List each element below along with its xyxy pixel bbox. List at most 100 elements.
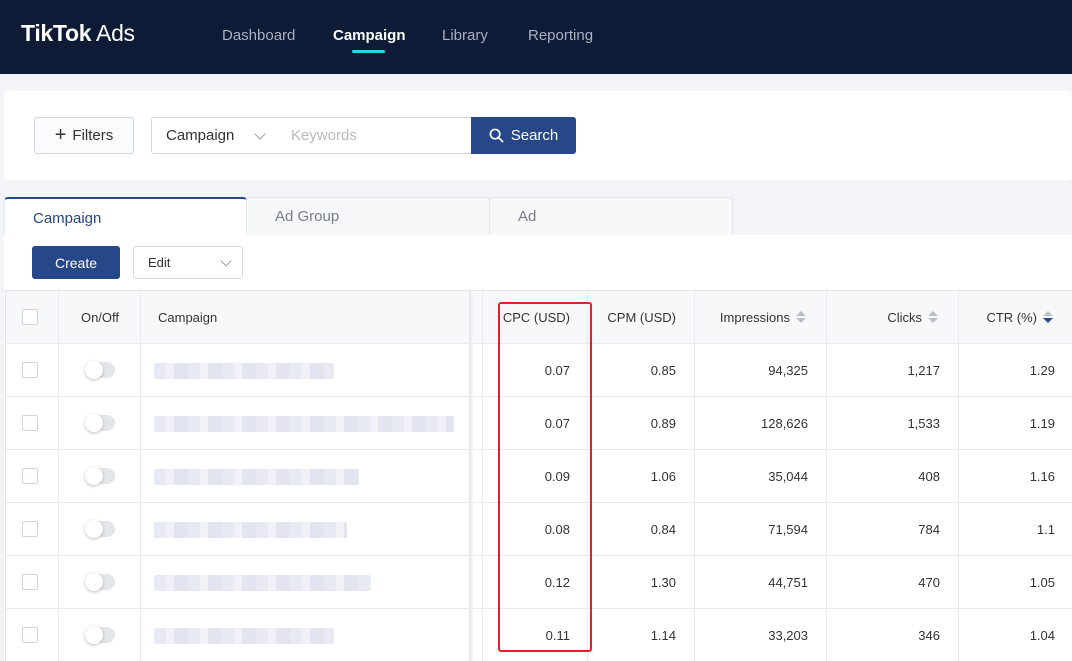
column-divider xyxy=(958,291,959,661)
plus-icon: + xyxy=(54,123,67,146)
campaign-name-cell[interactable] xyxy=(154,556,474,608)
redacted-campaign-name xyxy=(154,469,359,485)
ctr-cell: 1.04 xyxy=(1029,627,1055,643)
column-header-ctr-label: CTR (%) xyxy=(986,309,1037,325)
clicks-cell: 784 xyxy=(918,521,940,537)
redacted-campaign-name xyxy=(154,628,334,644)
onoff-cell xyxy=(59,344,141,396)
select-all-checkbox-cell xyxy=(22,291,42,343)
tiktok-ads-logo[interactable]: TikTok Ads xyxy=(21,20,135,47)
campaign-name-cell[interactable] xyxy=(154,609,474,661)
filters-button-label: Filters xyxy=(72,127,114,144)
nav-item-reporting[interactable]: Reporting xyxy=(528,27,593,44)
column-header-impressions[interactable]: Impressions xyxy=(694,291,826,343)
redacted-campaign-name xyxy=(154,522,347,538)
tab-campaign-label: Campaign xyxy=(33,209,102,227)
column-divider xyxy=(694,291,695,661)
cpc-cell: 0.11 xyxy=(545,627,570,643)
logo-bold-text: TikTok xyxy=(21,20,92,46)
cpm-cell: 0.89 xyxy=(650,415,676,431)
impressions-cell: 33,203 xyxy=(768,627,808,643)
redacted-campaign-name xyxy=(154,363,334,379)
column-header-clicks-label: Clicks xyxy=(887,309,922,325)
row-checkbox[interactable] xyxy=(22,415,38,431)
row-checkbox[interactable] xyxy=(22,521,38,537)
campaign-status-toggle[interactable] xyxy=(85,626,115,644)
table-row[interactable]: 0.08 0.84 71,594 784 1.1 xyxy=(6,503,1072,556)
nav-item-library[interactable]: Library xyxy=(442,27,488,44)
redacted-campaign-name xyxy=(154,575,371,591)
column-header-ctr[interactable]: CTR (%) xyxy=(958,291,1072,343)
campaign-status-toggle[interactable] xyxy=(85,467,115,485)
impressions-cell: 44,751 xyxy=(768,574,808,590)
campaign-table: On/Off Campaign CPC (USD) CPM (USD) Impr… xyxy=(5,290,1072,661)
tab-campaign[interactable]: Campaign xyxy=(4,197,247,237)
campaign-name-cell[interactable] xyxy=(154,450,474,502)
campaign-status-toggle[interactable] xyxy=(85,520,115,538)
tab-ad[interactable]: Ad xyxy=(489,197,733,235)
sort-icon xyxy=(928,311,938,323)
campaign-name-cell[interactable] xyxy=(154,503,474,555)
search-icon xyxy=(489,128,504,143)
edit-select[interactable]: Edit xyxy=(133,246,243,279)
ctr-cell: 1.19 xyxy=(1029,415,1055,431)
row-checkbox-cell xyxy=(22,450,42,502)
nav-item-campaign[interactable]: Campaign xyxy=(333,27,406,44)
cpc-cell: 0.07 xyxy=(544,362,570,378)
cpc-cell: 0.09 xyxy=(544,468,570,484)
clicks-cell: 470 xyxy=(918,574,940,590)
table-row[interactable]: 0.07 0.85 94,325 1,217 1.29 xyxy=(6,344,1072,397)
scope-select[interactable]: Campaign xyxy=(151,117,279,154)
logo-light-text: Ads xyxy=(91,20,135,46)
keywords-input[interactable] xyxy=(278,117,472,154)
campaign-status-toggle[interactable] xyxy=(85,414,115,432)
row-checkbox[interactable] xyxy=(22,574,38,590)
filters-button[interactable]: + Filters xyxy=(34,117,134,154)
row-checkbox-cell xyxy=(22,503,42,555)
table-row[interactable]: 0.07 0.89 128,626 1,533 1.19 xyxy=(6,397,1072,450)
clicks-cell: 408 xyxy=(918,468,940,484)
cpm-cell: 1.14 xyxy=(650,627,676,643)
campaign-status-toggle[interactable] xyxy=(85,361,115,379)
sort-icon xyxy=(796,311,806,323)
column-header-clicks[interactable]: Clicks xyxy=(826,291,958,343)
cpm-cell: 0.84 xyxy=(650,521,676,537)
impressions-cell: 35,044 xyxy=(768,468,808,484)
table-row[interactable]: 0.12 1.30 44,751 470 1.05 xyxy=(6,556,1072,609)
row-checkbox[interactable] xyxy=(22,627,38,643)
search-button[interactable]: Search xyxy=(471,117,576,154)
impressions-cell: 128,626 xyxy=(761,415,808,431)
campaign-name-cell[interactable] xyxy=(154,344,474,396)
select-all-checkbox[interactable] xyxy=(22,309,38,325)
table-header-row: On/Off Campaign CPC (USD) CPM (USD) Impr… xyxy=(6,291,1072,344)
row-checkbox-cell xyxy=(22,609,42,661)
row-checkbox-cell xyxy=(22,397,42,449)
campaign-status-toggle[interactable] xyxy=(85,573,115,591)
edit-select-value: Edit xyxy=(148,255,171,270)
tab-ad-group-label: Ad Group xyxy=(275,208,340,225)
column-divider xyxy=(58,291,59,661)
scope-select-value: Campaign xyxy=(166,127,235,144)
column-header-cpm[interactable]: CPM (USD) xyxy=(588,291,694,343)
column-divider xyxy=(587,291,588,661)
top-nav-bar: TikTok Ads Dashboard Campaign Library Re… xyxy=(0,0,1072,74)
campaign-name-cell[interactable] xyxy=(154,397,474,449)
table-row[interactable]: 0.09 1.06 35,044 408 1.16 xyxy=(6,450,1072,503)
cpc-cell: 0.07 xyxy=(544,415,570,431)
clicks-cell: 346 xyxy=(918,627,940,643)
search-button-label: Search xyxy=(510,127,559,144)
row-checkbox[interactable] xyxy=(22,468,38,484)
impressions-cell: 94,325 xyxy=(768,362,808,378)
create-button[interactable]: Create xyxy=(32,246,120,279)
tab-ad-label: Ad xyxy=(518,208,537,225)
ctr-cell: 1.1 xyxy=(1036,521,1055,537)
cpc-cell: 0.12 xyxy=(544,574,570,590)
impressions-cell: 71,594 xyxy=(768,521,808,537)
row-checkbox-cell xyxy=(22,556,42,608)
row-checkbox[interactable] xyxy=(22,362,38,378)
column-header-cpc[interactable]: CPC (USD) xyxy=(482,291,588,343)
tab-ad-group[interactable]: Ad Group xyxy=(246,197,490,235)
column-header-campaign[interactable]: Campaign xyxy=(158,291,458,343)
nav-item-dashboard[interactable]: Dashboard xyxy=(222,27,295,44)
table-row[interactable]: 0.11 1.14 33,203 346 1.04 xyxy=(6,609,1072,661)
